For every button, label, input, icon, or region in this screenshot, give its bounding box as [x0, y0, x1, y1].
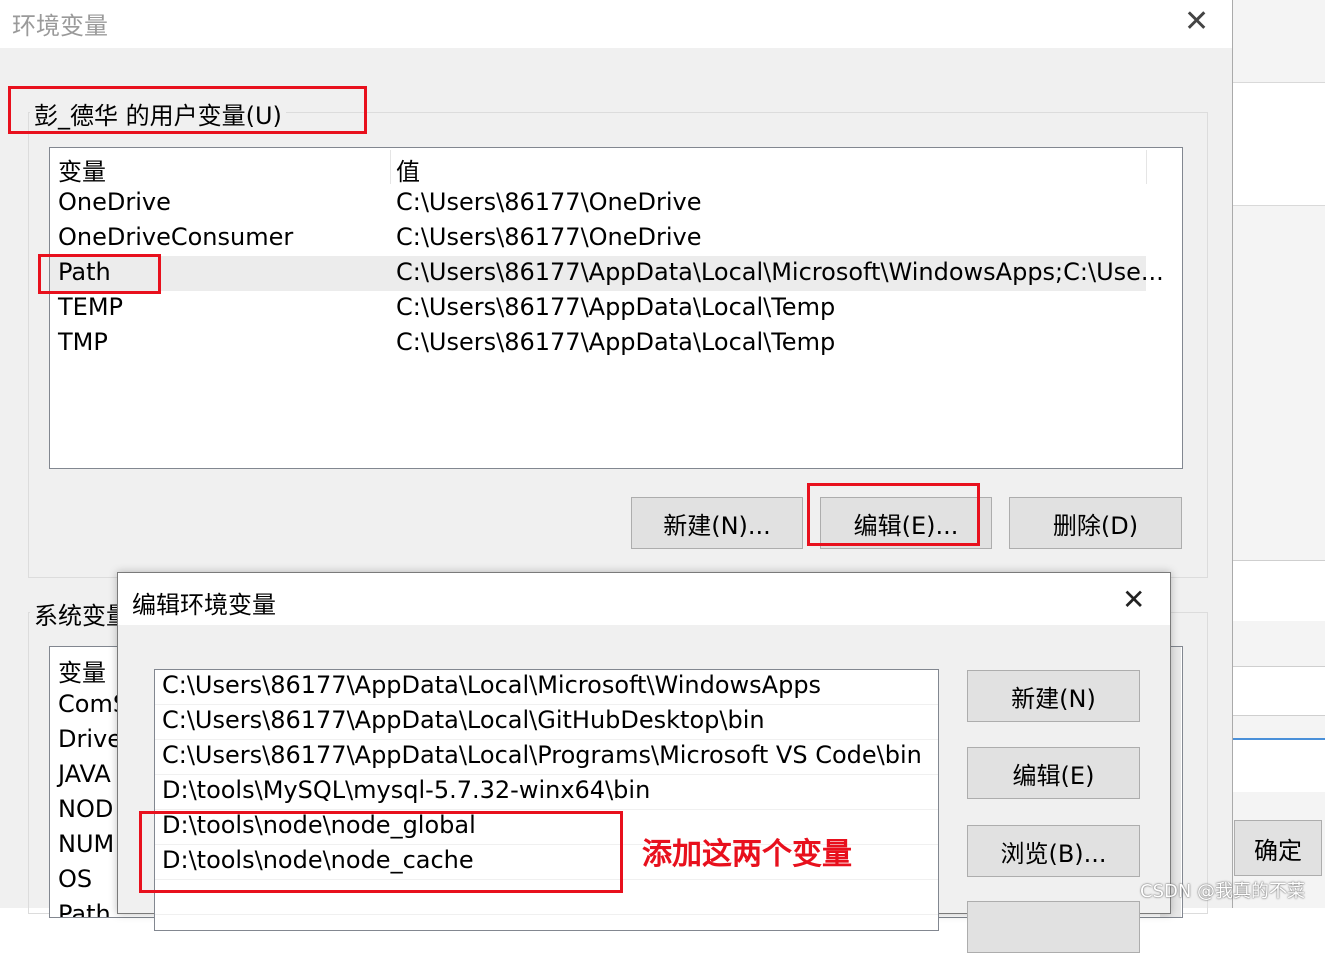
table-row[interactable]: OneDriveConsumer C:\Users\86177\OneDrive [50, 221, 1146, 256]
var-name[interactable]: NOD [58, 795, 113, 823]
table-row-selected[interactable]: Path C:\Users\86177\AppData\Local\Micros… [50, 256, 1164, 291]
highlight-box [38, 254, 161, 294]
var-value: C:\Users\86177\OneDrive [396, 188, 702, 216]
background-field [1232, 666, 1325, 716]
column-separator[interactable] [390, 150, 391, 184]
title-bar: 环境变量 ✕ [0, 0, 1232, 48]
user-new-button[interactable]: 新建(N)... [631, 497, 803, 549]
background-panel [1232, 82, 1325, 206]
var-name: OneDrive [58, 188, 171, 216]
var-name: TMP [58, 328, 108, 356]
user-delete-button[interactable]: 删除(D) [1009, 497, 1182, 549]
edit-edit-button[interactable]: 编辑(E) [967, 747, 1140, 799]
table-row[interactable]: TEMP C:\Users\86177\AppData\Local\Temp [50, 291, 1146, 326]
watermark: CSDN @我真的不菜 [1140, 881, 1306, 902]
list-item[interactable]: D:\tools\MySQL\mysql-5.7.32-winx64\bin [155, 775, 938, 810]
var-name[interactable]: OS [58, 865, 92, 893]
list-item[interactable]: C:\Users\86177\AppData\Local\GitHubDeskt… [155, 705, 938, 740]
highlight-box [807, 483, 980, 546]
list-header: 变量 值 [50, 148, 1182, 186]
column-header-value[interactable]: 值 [396, 152, 420, 187]
var-name[interactable]: Path [58, 900, 111, 917]
var-name: TEMP [58, 293, 124, 321]
highlight-box [139, 811, 623, 893]
list-item[interactable]: C:\Users\86177\AppData\Local\Microsoft\W… [155, 670, 938, 705]
var-name[interactable]: Drive [58, 725, 122, 753]
var-name[interactable]: JAVA [58, 760, 111, 788]
user-vars-list[interactable]: 变量 值 OneDrive C:\Users\86177\OneDrive On… [49, 147, 1183, 469]
var-value: C:\Users\86177\AppData\Local\Microsoft\W… [396, 258, 1164, 286]
table-row[interactable]: TMP C:\Users\86177\AppData\Local\Temp [50, 326, 1146, 361]
column-header-variable[interactable]: 变量 [58, 152, 106, 187]
window-title: 环境变量 [12, 12, 108, 40]
path-entry: D:\tools\MySQL\mysql-5.7.32-winx64\bin [162, 776, 651, 804]
var-value: C:\Users\86177\AppData\Local\Temp [396, 328, 836, 356]
var-value: C:\Users\86177\OneDrive [396, 223, 702, 251]
list-item[interactable]: C:\Users\86177\AppData\Local\Programs\Mi… [155, 740, 938, 775]
background-field [1232, 738, 1325, 792]
ok-button[interactable]: 确定 [1234, 820, 1322, 876]
path-entry: C:\Users\86177\AppData\Local\Programs\Mi… [162, 741, 922, 769]
column-separator[interactable] [1146, 150, 1147, 184]
background-panel [1232, 560, 1325, 621]
column-header-variable[interactable]: 变量 [58, 653, 106, 688]
title-bar: 编辑环境变量 ✕ [118, 573, 1170, 625]
path-entry: C:\Users\86177\AppData\Local\Microsoft\W… [162, 671, 822, 699]
edit-env-var-dialog: 编辑环境变量 ✕ C:\Users\86177\AppData\Local\Mi… [117, 572, 1171, 953]
var-name[interactable]: NUM [58, 830, 114, 858]
edit-browse-button[interactable]: 浏览(B)... [967, 825, 1140, 877]
path-entry: C:\Users\86177\AppData\Local\GitHubDeskt… [162, 706, 765, 734]
edit-delete-button[interactable] [967, 901, 1140, 953]
background-window: 确定 [1232, 0, 1325, 908]
edit-new-button[interactable]: 新建(N) [967, 670, 1140, 722]
annotation-text: 添加这两个变量 [642, 837, 852, 872]
table-row[interactable]: OneDrive C:\Users\86177\OneDrive [50, 186, 1146, 221]
close-icon[interactable]: ✕ [1122, 583, 1145, 616]
dialog-title: 编辑环境变量 [132, 591, 276, 619]
var-name: OneDriveConsumer [58, 223, 294, 251]
highlight-box [8, 86, 367, 134]
close-icon[interactable]: ✕ [1184, 4, 1209, 39]
var-value: C:\Users\86177\AppData\Local\Temp [396, 293, 836, 321]
